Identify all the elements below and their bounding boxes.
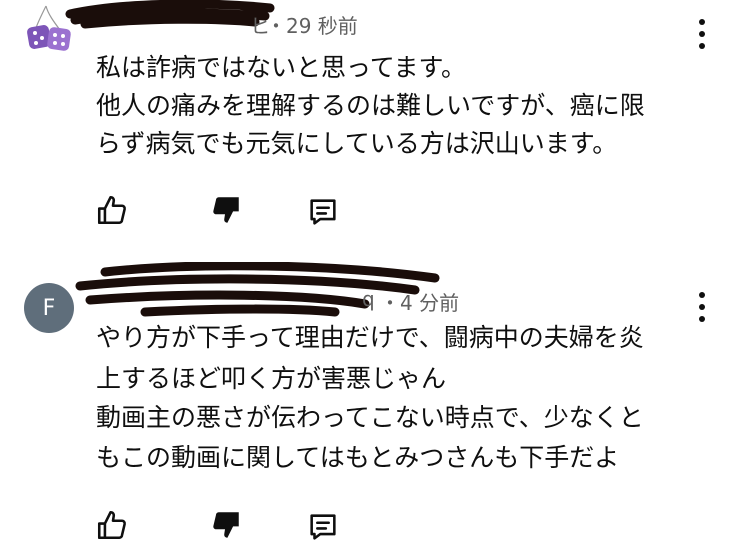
comment-timestamp: ・29 秒前 (266, 14, 358, 38)
comment-text-line: 他人の痛みを理解するのは難しいですが、癌に限 (96, 91, 645, 120)
comment-text-line: 動画主の悪さが伝わってこない時点で、少なくと (96, 403, 644, 432)
thumb-down-icon[interactable] (206, 190, 246, 230)
comment-reply-icon[interactable] (303, 507, 343, 547)
thumb-up-icon[interactable] (92, 190, 132, 230)
comment-text-line: 上するほど叩く方が害悪じゃん (96, 364, 447, 393)
comment-item: ヒ ・29 秒前 私は詐病ではないと思ってます。 他人の痛みを理解するのは難しい… (0, 0, 749, 258)
comment-text-line: もこの動画に関してはもとみつさんも下手だよ (96, 443, 620, 472)
redacted-author-scribble (65, 0, 275, 29)
more-vertical-icon[interactable] (696, 292, 708, 322)
comment-text-line: やり方が下手って理由だけで、闘病中の夫婦を炎 (96, 323, 644, 352)
author-tail: q (362, 287, 375, 311)
comment-text-line: らず病気でも元気にしている方は沢山います。 (96, 129, 618, 158)
comment-text-line: 私は詐病ではないと思ってます。 (96, 53, 467, 82)
thumb-down-icon[interactable] (206, 505, 246, 545)
comment-reply-icon[interactable] (303, 192, 343, 232)
thumb-up-icon[interactable] (92, 505, 132, 545)
more-vertical-icon[interactable] (696, 19, 708, 49)
comment-timestamp: ・4 分前 (380, 291, 460, 315)
avatar[interactable]: F (24, 283, 74, 333)
